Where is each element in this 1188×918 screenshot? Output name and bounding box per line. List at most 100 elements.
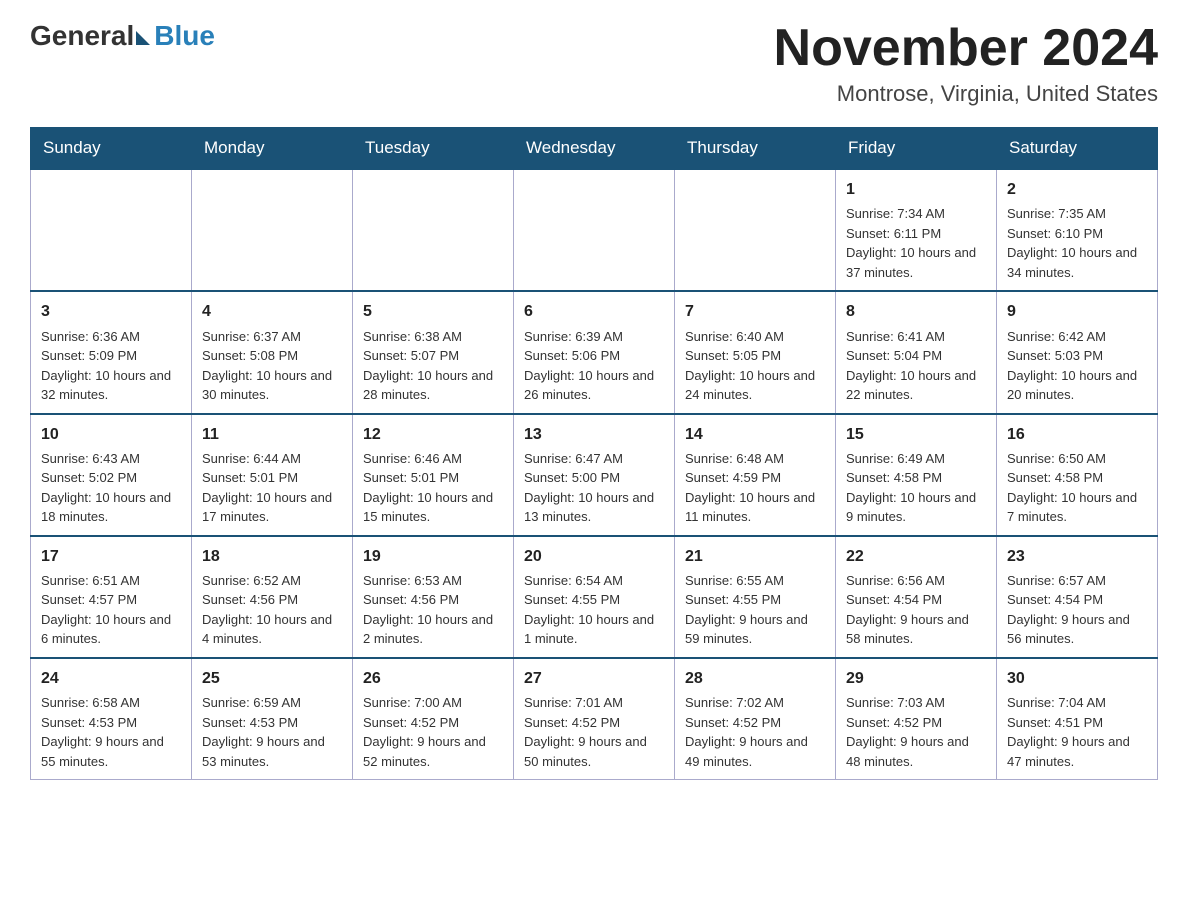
day-info: Sunrise: 6:53 AM Sunset: 4:56 PM Dayligh…: [363, 571, 503, 649]
calendar-day-cell: 11 Sunrise: 6:44 AM Sunset: 5:01 PM Dayli…: [192, 414, 353, 536]
day-number: 18: [202, 545, 342, 568]
calendar-day-cell: 8 Sunrise: 6:41 AM Sunset: 5:04 PM Daylig…: [836, 291, 997, 413]
day-info: Sunrise: 6:54 AM Sunset: 4:55 PM Dayligh…: [524, 571, 664, 649]
calendar-day-cell: 1 Sunrise: 7:34 AM Sunset: 6:11 PM Daylig…: [836, 169, 997, 291]
calendar-day-cell: 13 Sunrise: 6:47 AM Sunset: 5:00 PM Dayli…: [514, 414, 675, 536]
day-number: 20: [524, 545, 664, 568]
day-number: 13: [524, 423, 664, 446]
day-number: 3: [41, 300, 181, 323]
calendar-table: SundayMondayTuesdayWednesdayThursdayFrid…: [30, 127, 1158, 780]
calendar-day-cell: 29Sunrise: 7:03 AM Sunset: 4:52 PM Dayli…: [836, 658, 997, 780]
logo-arrow-icon: [136, 31, 150, 45]
calendar-day-cell: 21Sunrise: 6:55 AM Sunset: 4:55 PM Dayli…: [675, 536, 836, 658]
day-info: Sunrise: 7:00 AM Sunset: 4:52 PM Dayligh…: [363, 693, 503, 771]
calendar-header-row: SundayMondayTuesdayWednesdayThursdayFrid…: [31, 128, 1158, 170]
day-number: 23: [1007, 545, 1147, 568]
day-info: Sunrise: 6:58 AM Sunset: 4:53 PM Dayligh…: [41, 693, 181, 771]
calendar-day-cell: [353, 169, 514, 291]
calendar-day-cell: 7 Sunrise: 6:40 AM Sunset: 5:05 PM Daylig…: [675, 291, 836, 413]
calendar-day-cell: [514, 169, 675, 291]
calendar-day-cell: 24 Sunrise: 6:58 AM Sunset: 4:53 PM Dayli…: [31, 658, 192, 780]
calendar-day-cell: 20 Sunrise: 6:54 AM Sunset: 4:55 PM Dayli…: [514, 536, 675, 658]
calendar-day-cell: 12 Sunrise: 6:46 AM Sunset: 5:01 PM Dayli…: [353, 414, 514, 536]
calendar-day-header: Thursday: [675, 128, 836, 170]
day-info: Sunrise: 7:34 AM Sunset: 6:11 PM Dayligh…: [846, 204, 986, 282]
calendar-day-header: Wednesday: [514, 128, 675, 170]
calendar-day-cell: 17 Sunrise: 6:51 AM Sunset: 4:57 PM Dayli…: [31, 536, 192, 658]
calendar-day-cell: [31, 169, 192, 291]
day-info: Sunrise: 7:01 AM Sunset: 4:52 PM Dayligh…: [524, 693, 664, 771]
calendar-week-row: 1 Sunrise: 7:34 AM Sunset: 6:11 PM Daylig…: [31, 169, 1158, 291]
calendar-day-cell: 26 Sunrise: 7:00 AM Sunset: 4:52 PM Dayli…: [353, 658, 514, 780]
day-number: 2: [1007, 178, 1147, 201]
calendar-week-row: 10 Sunrise: 6:43 AM Sunset: 5:02 PM Dayli…: [31, 414, 1158, 536]
calendar-day-header: Sunday: [31, 128, 192, 170]
calendar-day-cell: 14 Sunrise: 6:48 AM Sunset: 4:59 PM Dayli…: [675, 414, 836, 536]
day-number: 22: [846, 545, 986, 568]
day-number: 8: [846, 300, 986, 323]
day-info: Sunrise: 6:39 AM Sunset: 5:06 PM Dayligh…: [524, 327, 664, 405]
day-info: Sunrise: 6:57 AM Sunset: 4:54 PM Dayligh…: [1007, 571, 1147, 649]
day-number: 10: [41, 423, 181, 446]
calendar-day-cell: 4 Sunrise: 6:37 AM Sunset: 5:08 PM Daylig…: [192, 291, 353, 413]
day-number: 17: [41, 545, 181, 568]
day-info: Sunrise: 6:47 AM Sunset: 5:00 PM Dayligh…: [524, 449, 664, 527]
day-info: Sunrise: 6:49 AM Sunset: 4:58 PM Dayligh…: [846, 449, 986, 527]
day-number: 11: [202, 423, 342, 446]
calendar-day-cell: 16Sunrise: 6:50 AM Sunset: 4:58 PM Dayli…: [997, 414, 1158, 536]
logo-general-text: General: [30, 20, 134, 52]
day-number: 5: [363, 300, 503, 323]
logo: General Blue: [30, 20, 215, 52]
day-number: 4: [202, 300, 342, 323]
calendar-day-cell: 3 Sunrise: 6:36 AM Sunset: 5:09 PM Daylig…: [31, 291, 192, 413]
day-info: Sunrise: 6:37 AM Sunset: 5:08 PM Dayligh…: [202, 327, 342, 405]
calendar-day-cell: 30 Sunrise: 7:04 AM Sunset: 4:51 PM Dayli…: [997, 658, 1158, 780]
calendar-day-cell: 23 Sunrise: 6:57 AM Sunset: 4:54 PM Dayli…: [997, 536, 1158, 658]
day-number: 28: [685, 667, 825, 690]
day-info: Sunrise: 7:35 AM Sunset: 6:10 PM Dayligh…: [1007, 204, 1147, 282]
day-info: Sunrise: 6:41 AM Sunset: 5:04 PM Dayligh…: [846, 327, 986, 405]
day-info: Sunrise: 6:38 AM Sunset: 5:07 PM Dayligh…: [363, 327, 503, 405]
calendar-day-cell: 2 Sunrise: 7:35 AM Sunset: 6:10 PM Daylig…: [997, 169, 1158, 291]
calendar-day-cell: 6Sunrise: 6:39 AM Sunset: 5:06 PM Daylig…: [514, 291, 675, 413]
calendar-day-cell: 22Sunrise: 6:56 AM Sunset: 4:54 PM Dayli…: [836, 536, 997, 658]
day-info: Sunrise: 7:04 AM Sunset: 4:51 PM Dayligh…: [1007, 693, 1147, 771]
day-number: 30: [1007, 667, 1147, 690]
day-info: Sunrise: 7:02 AM Sunset: 4:52 PM Dayligh…: [685, 693, 825, 771]
day-number: 16: [1007, 423, 1147, 446]
calendar-day-cell: [675, 169, 836, 291]
calendar-day-cell: 18 Sunrise: 6:52 AM Sunset: 4:56 PM Dayli…: [192, 536, 353, 658]
calendar-week-row: 17 Sunrise: 6:51 AM Sunset: 4:57 PM Dayli…: [31, 536, 1158, 658]
logo-blue-text: Blue: [154, 20, 215, 52]
day-info: Sunrise: 6:42 AM Sunset: 5:03 PM Dayligh…: [1007, 327, 1147, 405]
day-number: 26: [363, 667, 503, 690]
calendar-day-cell: 10 Sunrise: 6:43 AM Sunset: 5:02 PM Dayli…: [31, 414, 192, 536]
day-info: Sunrise: 6:52 AM Sunset: 4:56 PM Dayligh…: [202, 571, 342, 649]
day-number: 25: [202, 667, 342, 690]
day-info: Sunrise: 6:46 AM Sunset: 5:01 PM Dayligh…: [363, 449, 503, 527]
day-info: Sunrise: 7:03 AM Sunset: 4:52 PM Dayligh…: [846, 693, 986, 771]
calendar-day-cell: 15 Sunrise: 6:49 AM Sunset: 4:58 PM Dayli…: [836, 414, 997, 536]
calendar-day-cell: 28 Sunrise: 7:02 AM Sunset: 4:52 PM Dayli…: [675, 658, 836, 780]
calendar-day-header: Tuesday: [353, 128, 514, 170]
day-info: Sunrise: 6:44 AM Sunset: 5:01 PM Dayligh…: [202, 449, 342, 527]
day-number: 12: [363, 423, 503, 446]
day-number: 9: [1007, 300, 1147, 323]
calendar-day-cell: 25Sunrise: 6:59 AM Sunset: 4:53 PM Dayli…: [192, 658, 353, 780]
calendar-week-row: 3 Sunrise: 6:36 AM Sunset: 5:09 PM Daylig…: [31, 291, 1158, 413]
calendar-day-cell: 9 Sunrise: 6:42 AM Sunset: 5:03 PM Daylig…: [997, 291, 1158, 413]
day-info: Sunrise: 6:36 AM Sunset: 5:09 PM Dayligh…: [41, 327, 181, 405]
day-info: Sunrise: 6:43 AM Sunset: 5:02 PM Dayligh…: [41, 449, 181, 527]
calendar-week-row: 24 Sunrise: 6:58 AM Sunset: 4:53 PM Dayli…: [31, 658, 1158, 780]
day-info: Sunrise: 6:48 AM Sunset: 4:59 PM Dayligh…: [685, 449, 825, 527]
page-header: General Blue November 2024 Montrose, Vir…: [30, 20, 1158, 107]
day-number: 15: [846, 423, 986, 446]
day-number: 14: [685, 423, 825, 446]
calendar-day-header: Monday: [192, 128, 353, 170]
day-info: Sunrise: 6:40 AM Sunset: 5:05 PM Dayligh…: [685, 327, 825, 405]
calendar-day-header: Friday: [836, 128, 997, 170]
day-number: 24: [41, 667, 181, 690]
day-number: 1: [846, 178, 986, 201]
day-info: Sunrise: 6:51 AM Sunset: 4:57 PM Dayligh…: [41, 571, 181, 649]
day-number: 7: [685, 300, 825, 323]
